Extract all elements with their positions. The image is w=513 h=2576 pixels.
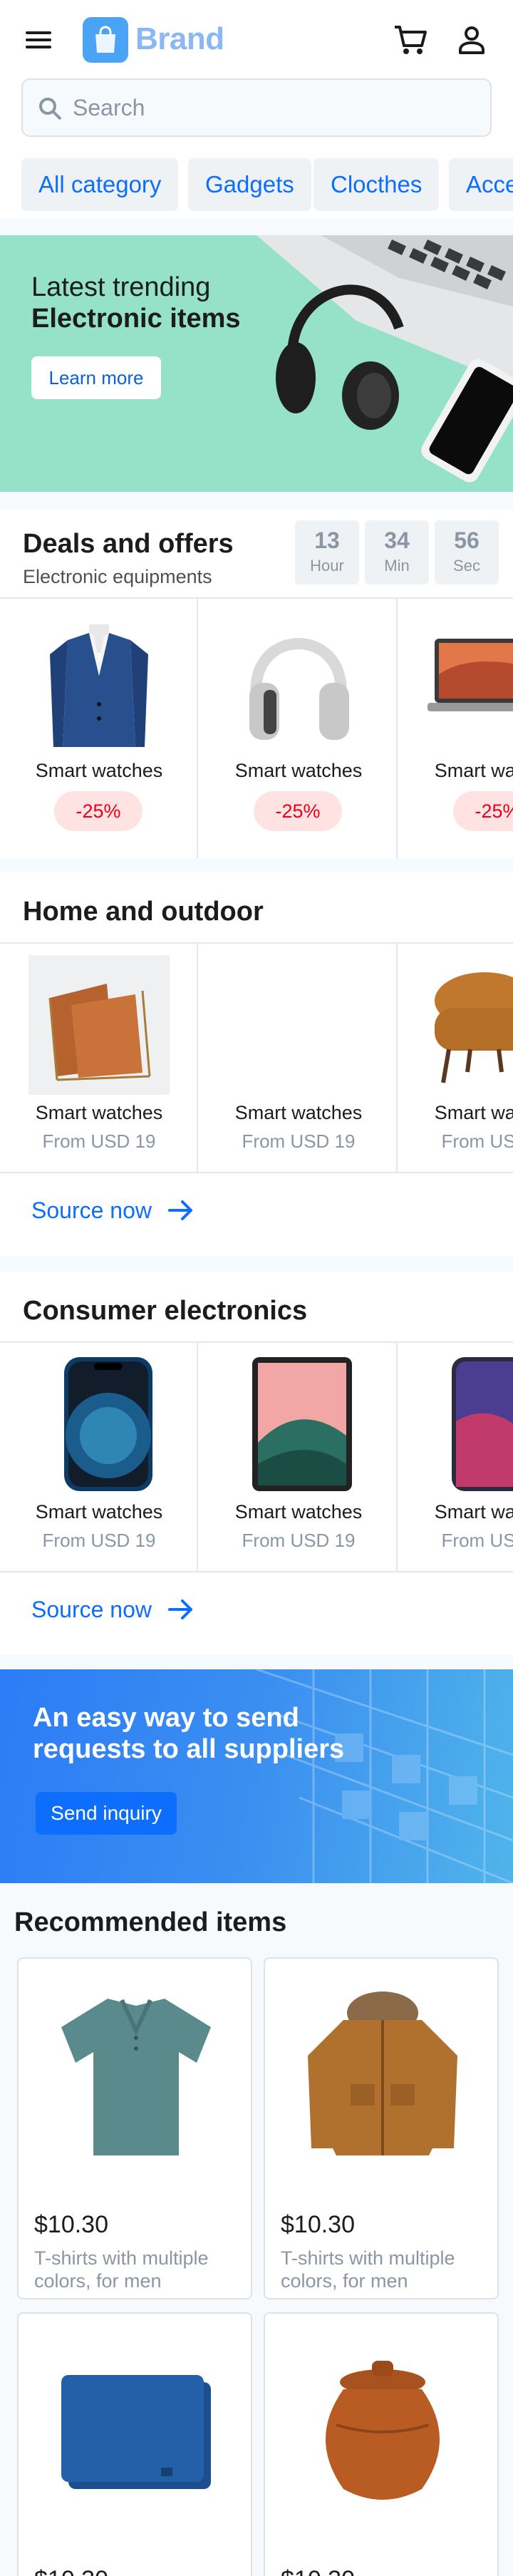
item-description: T-shirts with multiple colors, for men xyxy=(281,2247,455,2292)
product-name: Smart watches xyxy=(434,1501,513,1523)
deals-title: Deals and offers xyxy=(23,529,234,559)
inquiry-banner: An easy way to send requests to all supp… xyxy=(0,1669,513,1883)
search-field[interactable] xyxy=(21,78,492,137)
electronics-carousel: Smart watches From USD 19 Smart watches … xyxy=(0,1343,513,1571)
clay-pot-image xyxy=(326,2361,440,2500)
laptop-image xyxy=(428,639,513,711)
product-card[interactable]: Smart watches From USD 19 xyxy=(399,944,513,1172)
consumer-electronics-section: Consumer electronics Smart watches From … xyxy=(0,1272,513,1655)
inquiry-text: An easy way to send requests to all supp… xyxy=(33,1703,345,1764)
source-now-link[interactable]: Source now xyxy=(31,1197,194,1224)
product-card[interactable]: Smart watches From USD 19 xyxy=(0,1343,198,1571)
menu-icon[interactable] xyxy=(26,29,54,51)
product-price: From USD 19 xyxy=(441,1530,513,1551)
polo-shirt-image xyxy=(61,1999,211,2155)
banner-title-line1: Latest trending xyxy=(31,272,211,302)
product-price: From USD 19 xyxy=(42,1530,156,1551)
search-icon xyxy=(39,98,62,120)
source-now-link[interactable]: Source now xyxy=(31,1597,194,1623)
product-price: From USD 19 xyxy=(242,1130,356,1152)
arrow-right-icon xyxy=(167,1599,192,1619)
product-name: Smart watches xyxy=(234,1501,363,1523)
deals-subtitle: Electronic equipments xyxy=(23,566,212,587)
learn-more-button[interactable]: Learn more xyxy=(31,356,161,399)
electronics-title: Consumer electronics xyxy=(23,1296,308,1326)
category-chips: All category Gadgets Clocthes Accessory xyxy=(0,158,513,218)
product-price: From USD 19 xyxy=(42,1130,156,1152)
item-description: T-shirts with multiple colors, for men xyxy=(34,2247,209,2292)
iphone-image xyxy=(64,1357,152,1491)
suit-image xyxy=(50,624,148,747)
discount-badge: -25% xyxy=(453,791,513,831)
smartphone-image xyxy=(452,1357,513,1491)
item-price: $10.30 xyxy=(34,2211,108,2238)
home-outdoor-carousel: Smart watches From USD 19 Smart watches … xyxy=(0,944,513,1172)
chip-accessory[interactable]: Accessory xyxy=(449,158,513,211)
banner-laptop-headphones-image xyxy=(256,235,513,483)
timer-minutes: 34 Min xyxy=(365,520,429,584)
recommended-card[interactable]: $10.30 T-shirts with multiple colors, fo… xyxy=(264,1957,499,2299)
deal-card[interactable]: Smart watches -25% xyxy=(399,599,513,858)
divider xyxy=(0,1571,513,1572)
product-card[interactable]: Smart watches From USD 19 xyxy=(200,1343,398,1571)
wallet-image xyxy=(61,2375,211,2489)
recommended-card[interactable]: $10.30 xyxy=(264,2312,499,2576)
top-bar: Brand xyxy=(0,0,513,90)
recommended-title: Recommended items xyxy=(14,1907,287,1937)
product-card[interactable]: Smart watches From USD 19 xyxy=(399,1343,513,1571)
product-name: Smart watches xyxy=(35,1102,163,1123)
deal-card[interactable]: Smart watches -25% xyxy=(0,599,198,858)
deal-name: Smart watches xyxy=(35,760,163,781)
armchair-image xyxy=(435,972,513,1083)
send-inquiry-button[interactable]: Send inquiry xyxy=(36,1792,177,1835)
winter-jacket-image xyxy=(308,1992,457,2155)
timer-hours: 13 Hour xyxy=(295,520,359,584)
deals-section: Deals and offers Electronic equipments 1… xyxy=(0,509,513,858)
arrow-right-icon xyxy=(167,1200,192,1220)
product-name: Smart watches xyxy=(434,1102,513,1123)
timer-seconds: 56 Sec xyxy=(435,520,499,584)
tablet-image xyxy=(252,1357,352,1491)
promo-banner: Latest trending Electronic items Learn m… xyxy=(0,235,513,492)
brand-name[interactable]: Brand xyxy=(135,21,224,57)
recommended-card[interactable]: $10.30 xyxy=(17,2312,252,2576)
item-price: $10.30 xyxy=(281,2566,355,2576)
discount-badge: -25% xyxy=(54,791,142,831)
magazine-rack-image xyxy=(28,955,170,1095)
product-price: From USD 19 xyxy=(441,1130,513,1152)
item-price: $10.30 xyxy=(281,2211,355,2238)
home-outdoor-section: Home and outdoor Smart watches From USD … xyxy=(0,872,513,1256)
product-card[interactable]: Smart watches From USD 19 xyxy=(200,944,398,1172)
chip-all-category[interactable]: All category xyxy=(21,158,179,211)
deal-name: Smart watches xyxy=(234,760,363,781)
chip-clothes[interactable]: Clocthes xyxy=(314,158,440,211)
discount-badge: -25% xyxy=(254,791,342,831)
deals-carousel: Smart watches -25% Smart watches -25% Sm… xyxy=(0,599,513,858)
brand-logo-icon[interactable] xyxy=(83,17,128,63)
search-input[interactable] xyxy=(73,91,472,124)
user-icon[interactable] xyxy=(457,26,486,54)
product-name: Smart watches xyxy=(234,1102,363,1123)
banner-title-line2: Electronic items xyxy=(31,304,241,334)
deal-card[interactable]: Smart watches -25% xyxy=(200,599,398,858)
product-card[interactable]: Smart watches From USD 19 xyxy=(0,944,198,1172)
home-outdoor-title: Home and outdoor xyxy=(23,897,264,927)
warehouse-background-image xyxy=(256,1669,513,1883)
item-price: $10.30 xyxy=(34,2566,108,2576)
chip-gadgets[interactable]: Gadgets xyxy=(188,158,311,211)
product-name: Smart watches xyxy=(35,1501,163,1523)
headphones-image xyxy=(249,638,349,740)
divider xyxy=(0,1172,513,1173)
deal-name: Smart watches xyxy=(434,760,513,781)
cart-icon[interactable] xyxy=(393,24,428,56)
product-price: From USD 19 xyxy=(242,1530,356,1551)
recommended-card[interactable]: $10.30 T-shirts with multiple colors, fo… xyxy=(17,1957,252,2299)
